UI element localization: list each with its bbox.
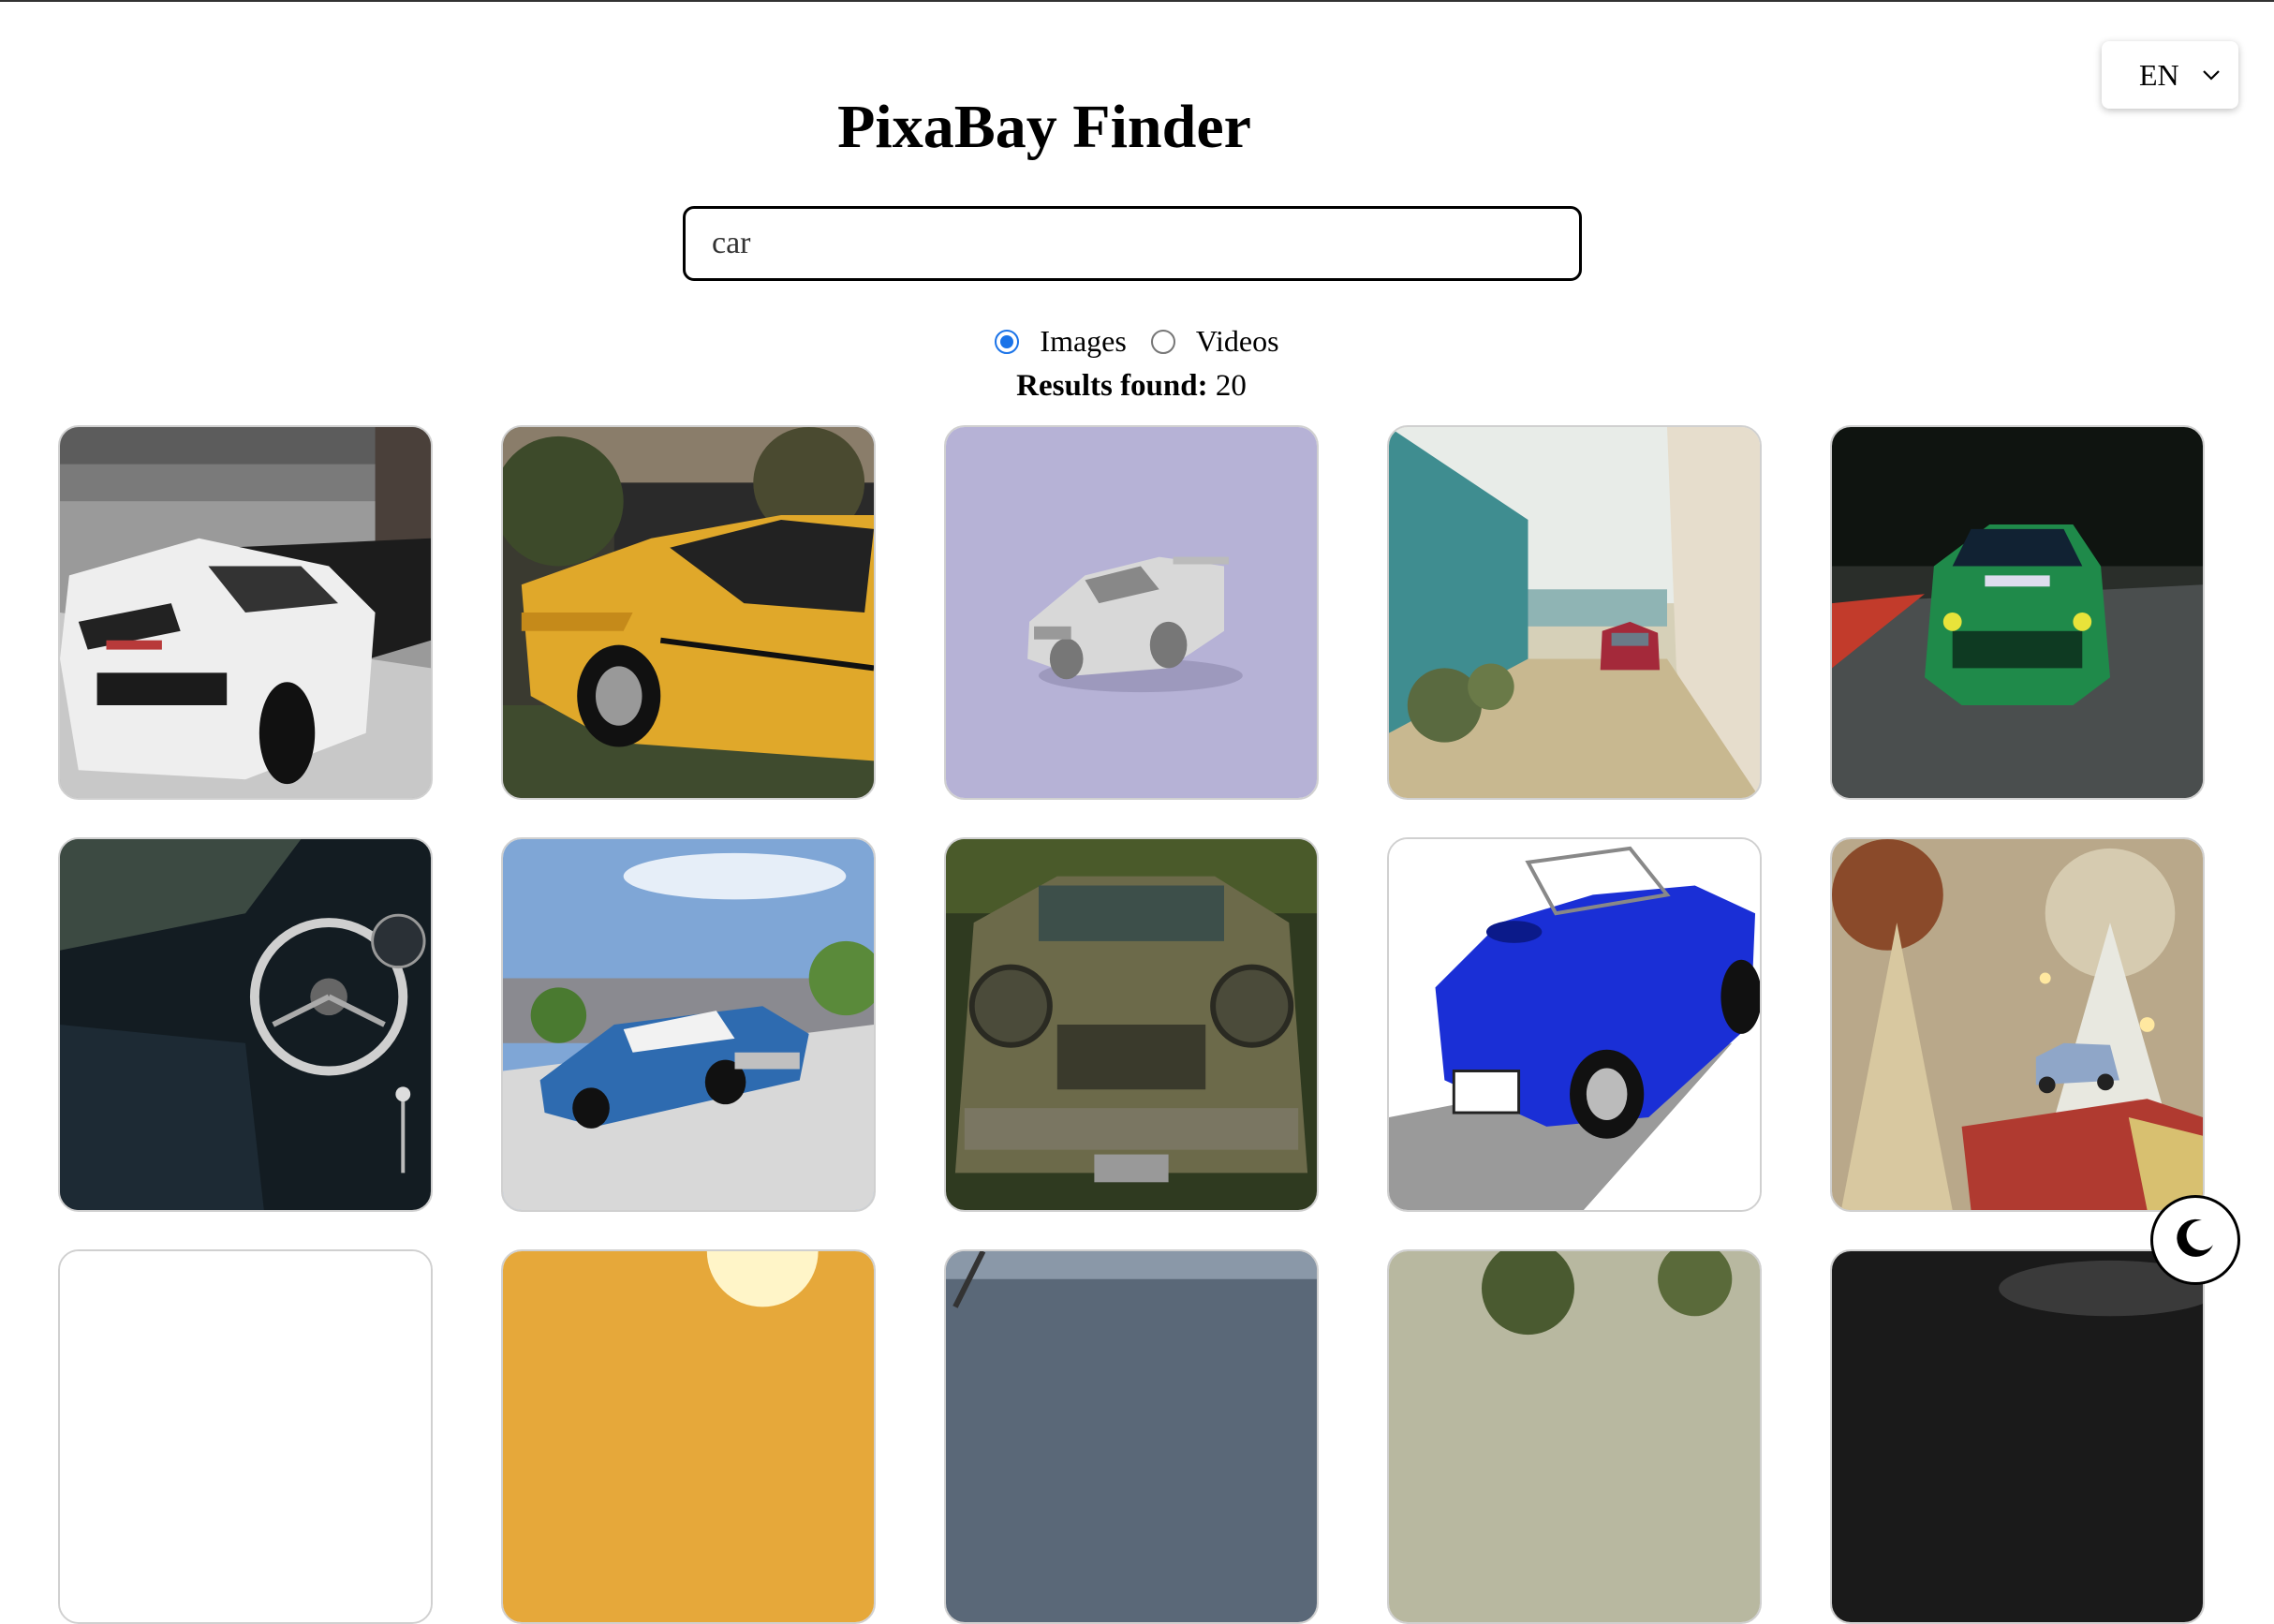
result-tile[interactable] xyxy=(501,425,876,800)
radio-images-button[interactable] xyxy=(995,329,1020,354)
result-tile[interactable] xyxy=(58,1249,433,1624)
rusty-abandoned-car-forest-image xyxy=(946,839,1317,1210)
radio-videos-button[interactable] xyxy=(1150,329,1175,354)
result-tile[interactable] xyxy=(1830,1249,2205,1624)
blue-classic-buick-image xyxy=(503,839,874,1210)
search-input[interactable] xyxy=(683,206,1582,281)
white-lamborghini-image xyxy=(60,427,431,798)
radio-videos-label: Videos xyxy=(1195,324,1279,358)
classic-car-interior-steering-wheel-image xyxy=(60,839,431,1210)
result-tile[interactable] xyxy=(501,837,876,1212)
radio-videos[interactable]: Videos xyxy=(1150,324,1279,359)
result-image-12 xyxy=(503,1251,874,1622)
toy-car-christmas-gift-image xyxy=(1832,839,2203,1210)
language-value: EN xyxy=(2139,57,2179,92)
media-type-toggle: Images Videos xyxy=(0,324,2274,359)
result-tile[interactable] xyxy=(944,837,1319,1212)
results-number: 20 xyxy=(1215,369,1247,403)
result-tile[interactable] xyxy=(501,1249,876,1624)
result-tile[interactable] xyxy=(58,837,433,1212)
result-tile[interactable] xyxy=(1830,425,2205,800)
result-tile[interactable] xyxy=(1387,425,1762,800)
result-tile[interactable] xyxy=(944,425,1319,800)
result-tile[interactable] xyxy=(1387,1249,1762,1624)
result-tile[interactable] xyxy=(1830,837,2205,1212)
results-label: Results found: xyxy=(1016,369,1208,403)
green-race-car-track-image xyxy=(1832,427,2203,798)
result-tile[interactable] xyxy=(944,1249,1319,1624)
result-image-11 xyxy=(60,1251,431,1622)
result-tile[interactable] xyxy=(1387,837,1762,1212)
chevron-down-icon xyxy=(2201,65,2222,85)
radio-images[interactable]: Images xyxy=(995,324,1127,359)
radio-images-label: Images xyxy=(1040,324,1127,358)
page-title: PixaBay Finder xyxy=(837,93,1251,161)
silver-3d-race-car-image xyxy=(946,427,1317,798)
language-select[interactable]: EN xyxy=(2102,41,2238,109)
results-grid xyxy=(58,425,2212,1624)
moon-icon xyxy=(2174,1217,2217,1264)
blue-cobra-roadster-illustration-image xyxy=(1389,839,1760,1210)
result-image-15 xyxy=(1832,1251,2203,1622)
red-beetle-beach-alley-image xyxy=(1389,427,1760,798)
results-count: Results found: 20 xyxy=(0,369,2263,404)
result-tile[interactable] xyxy=(58,425,433,800)
result-image-13 xyxy=(946,1251,1317,1622)
theme-toggle-button[interactable] xyxy=(2150,1195,2240,1285)
yellow-muscle-car-image xyxy=(503,427,874,798)
result-image-14 xyxy=(1389,1251,1760,1622)
